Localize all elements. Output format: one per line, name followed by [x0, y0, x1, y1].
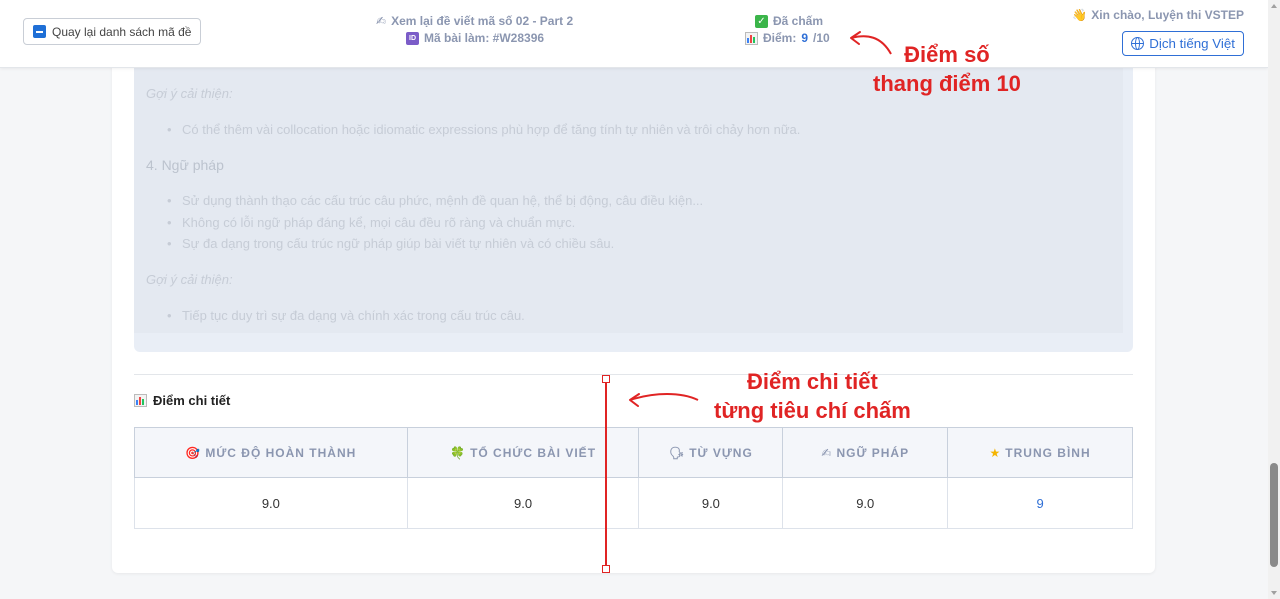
review-info: ✍ Xem lại đề viết mã số 02 - Part 2 ID M…	[376, 14, 596, 45]
annotation-line: Điểm số	[904, 42, 990, 67]
suggestion-label: Gợi ý cải thiện:	[146, 272, 233, 287]
page-scrollbar[interactable]	[1268, 0, 1280, 599]
score-table: 🎯 MỨC ĐỘ HOÀN THÀNH 🍀 TỔ CHỨC BÀI VIẾT 🗣 TỪ…	[134, 427, 1133, 529]
score-cell: 9.0	[638, 477, 784, 529]
translate-label: Dịch tiếng Việt	[1149, 36, 1235, 51]
table-row: 9.0 9.0 9.0 9.0 9	[134, 477, 1133, 529]
clover-icon: 🍀	[450, 445, 466, 460]
wave-hand-icon: 👋	[1072, 8, 1088, 22]
annotation-line: Điểm chi tiết	[747, 369, 878, 394]
score-cell: 9.0	[134, 477, 408, 529]
suggestion-item: Có thể thêm vài collocation hoặc idiomat…	[167, 122, 800, 137]
scroll-up-icon[interactable]	[1271, 4, 1277, 8]
col-header-vocabulary: 🗣 TỪ VỰNG	[638, 427, 784, 478]
grammar-item: Không có lỗi ngữ pháp đáng kể, mọi câu đ…	[167, 215, 575, 230]
id-icon: ID	[406, 31, 419, 45]
score-prefix: Điểm:	[763, 31, 797, 45]
detail-annotation: Điểm chi tiết từng tiêu chí chấm	[714, 367, 911, 425]
speech-icon: 🗣	[668, 445, 685, 460]
user-area: 👋 Xin chào, Luyện thi VSTEP Dịch tiếng V…	[1072, 8, 1244, 56]
table-header-row: 🎯 MỨC ĐỘ HOÀN THÀNH 🍀 TỔ CHỨC BÀI VIẾT 🗣 TỪ…	[134, 427, 1133, 478]
details-title: Điểm chi tiết	[134, 393, 230, 408]
annotation-marker-line	[605, 378, 607, 570]
target-icon: 🎯	[185, 445, 201, 460]
globe-icon	[1131, 37, 1145, 50]
review-title: Xem lại đề viết mã số 02 - Part 2	[391, 14, 574, 28]
star-icon: ★	[989, 445, 1001, 460]
check-icon: ✓	[755, 14, 768, 28]
col-header-average: ★ TRUNG BÌNH	[947, 427, 1133, 478]
bar-chart-icon	[134, 394, 147, 407]
writing-hand-icon: ✍	[376, 14, 387, 28]
annotation-handle	[602, 565, 610, 573]
section-divider	[134, 374, 1133, 375]
details-title-text: Điểm chi tiết	[153, 393, 231, 408]
col-label: TỪ VỰNG	[689, 445, 753, 460]
arrow-icon	[850, 31, 892, 55]
square-minus-icon	[33, 25, 46, 38]
grading-status: ✓ Đã chấm Điểm: 9 /10	[745, 14, 830, 45]
annotation-handle	[602, 375, 610, 383]
result-card: Gợi ý cải thiện: Có thể thêm vài colloca…	[112, 40, 1155, 573]
col-label: MỨC ĐỘ HOÀN THÀNH	[205, 445, 357, 460]
col-header-grammar: ✍ NGỮ PHÁP	[782, 427, 949, 478]
score-cell: 9.0	[782, 477, 949, 529]
suggestion-item: Tiếp tục duy trì sự đa dạng và chính xác…	[167, 308, 525, 323]
suggestion-label: Gợi ý cải thiện:	[146, 86, 233, 101]
score-annotation: Điểm số thang điểm 10	[873, 40, 1021, 98]
col-label: TỔ CHỨC BÀI VIẾT	[470, 445, 597, 460]
annotation-line: từng tiêu chí chấm	[714, 398, 911, 423]
back-to-list-button[interactable]: Quay lại danh sách mã đề	[23, 18, 202, 45]
col-label: TRUNG BÌNH	[1005, 445, 1091, 460]
grammar-item: Sự đa dạng trong cấu trúc ngữ pháp giúp …	[167, 236, 614, 251]
greeting: Xin chào, Luyện thi VSTEP	[1091, 8, 1244, 22]
scroll-down-icon[interactable]	[1271, 591, 1277, 595]
grammar-heading: 4. Ngữ pháp	[146, 157, 224, 173]
scrollbar-thumb[interactable]	[1270, 463, 1278, 567]
col-header-task-achievement: 🎯 MỨC ĐỘ HOÀN THÀNH	[134, 427, 408, 478]
back-button-label: Quay lại danh sách mã đề	[52, 24, 192, 39]
annotation-line: thang điểm 10	[873, 71, 1021, 96]
bar-chart-icon	[745, 31, 758, 45]
grammar-item: Sử dụng thành thạo các cấu trúc câu phức…	[167, 193, 703, 208]
score-value: 9	[801, 31, 809, 45]
average-cell: 9	[947, 477, 1133, 529]
arrow-icon	[629, 393, 699, 407]
col-label: NGỮ PHÁP	[836, 445, 910, 460]
top-bar: Quay lại danh sách mã đề ✍ Xem lại đề vi…	[0, 0, 1268, 68]
submission-id: Mã bài làm: #W28396	[424, 31, 545, 45]
writing-hand-icon: ✍	[821, 445, 832, 460]
score-max: /10	[813, 31, 830, 45]
status-badge: Đã chấm	[773, 14, 824, 28]
translate-button[interactable]: Dịch tiếng Việt	[1122, 31, 1244, 56]
